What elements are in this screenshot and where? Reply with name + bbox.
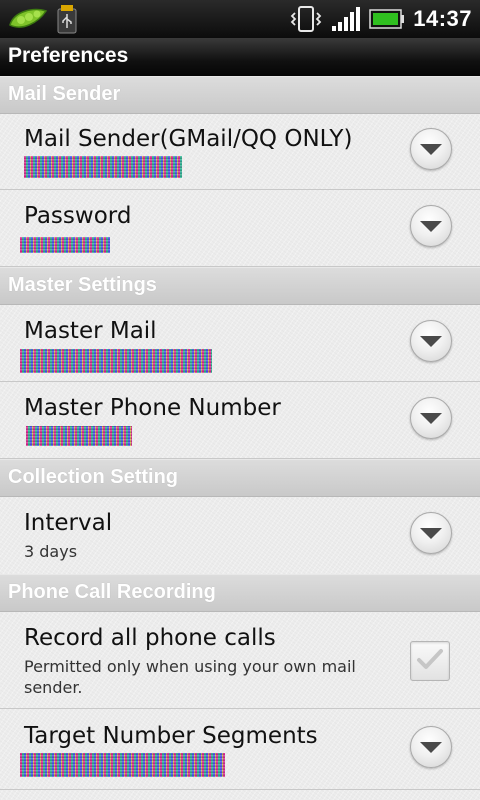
pref-title: Master Phone Number [24, 395, 281, 421]
checkmark-icon [417, 649, 443, 669]
section-header-phone-call-recording: Phone Call Recording [0, 574, 480, 612]
redacted-value [20, 237, 110, 253]
pref-row-record-all-calls[interactable]: Record all phone calls Permitted only wh… [0, 611, 480, 709]
battery-icon [369, 8, 405, 30]
pref-title: Interval [24, 510, 113, 536]
pref-title: Record all phone calls [24, 625, 276, 651]
pref-summary: 3 days [24, 542, 78, 561]
pref-title: Master Mail [24, 318, 157, 344]
pref-row-target-number-segments[interactable]: Target Number Segments [0, 709, 480, 790]
dropdown-arrow-button[interactable] [410, 205, 452, 247]
redacted-value [26, 426, 132, 446]
vibrate-icon [289, 5, 323, 33]
redacted-value [24, 156, 182, 178]
section-header-mail-sender: Mail Sender [0, 76, 480, 114]
dropdown-arrow-button[interactable] [410, 512, 452, 554]
title-bar: Preferences [0, 38, 480, 77]
signal-icon [331, 6, 361, 32]
pref-row-password[interactable]: Password [0, 190, 480, 267]
pref-title: Mail Sender(GMail/QQ ONLY) [24, 126, 353, 152]
pea-pod-icon [8, 5, 48, 33]
pref-row-master-mail[interactable]: Master Mail [0, 304, 480, 382]
pref-title: Target Number Segments [24, 723, 318, 749]
redacted-value [20, 753, 225, 777]
pref-row-master-phone[interactable]: Master Phone Number [0, 382, 480, 459]
pref-title: Password [24, 203, 132, 229]
section-header-label: Phone Call Recording [8, 581, 216, 603]
section-header-master-settings: Master Settings [0, 267, 480, 305]
section-header-label: Master Settings [8, 274, 157, 296]
section-header-label: Mail Sender [8, 83, 121, 105]
pref-row-mail-sender[interactable]: Mail Sender(GMail/QQ ONLY) [0, 112, 480, 190]
record-all-calls-checkbox[interactable] [410, 641, 450, 681]
status-clock: 14:37 [413, 6, 472, 31]
dropdown-arrow-button[interactable] [410, 397, 452, 439]
usb-icon [56, 4, 78, 34]
page-title: Preferences [8, 44, 129, 67]
pref-summary: Permitted only when using your own mail … [24, 657, 356, 697]
status-bar: 14:37 [0, 0, 480, 38]
pref-row-interval[interactable]: Interval 3 days [0, 496, 480, 575]
redacted-value [20, 349, 212, 373]
dropdown-arrow-button[interactable] [410, 128, 452, 170]
section-header-label: Collection Setting [8, 466, 178, 488]
dropdown-arrow-button[interactable] [410, 726, 452, 768]
section-header-collection-setting: Collection Setting [0, 459, 480, 497]
dropdown-arrow-button[interactable] [410, 320, 452, 362]
